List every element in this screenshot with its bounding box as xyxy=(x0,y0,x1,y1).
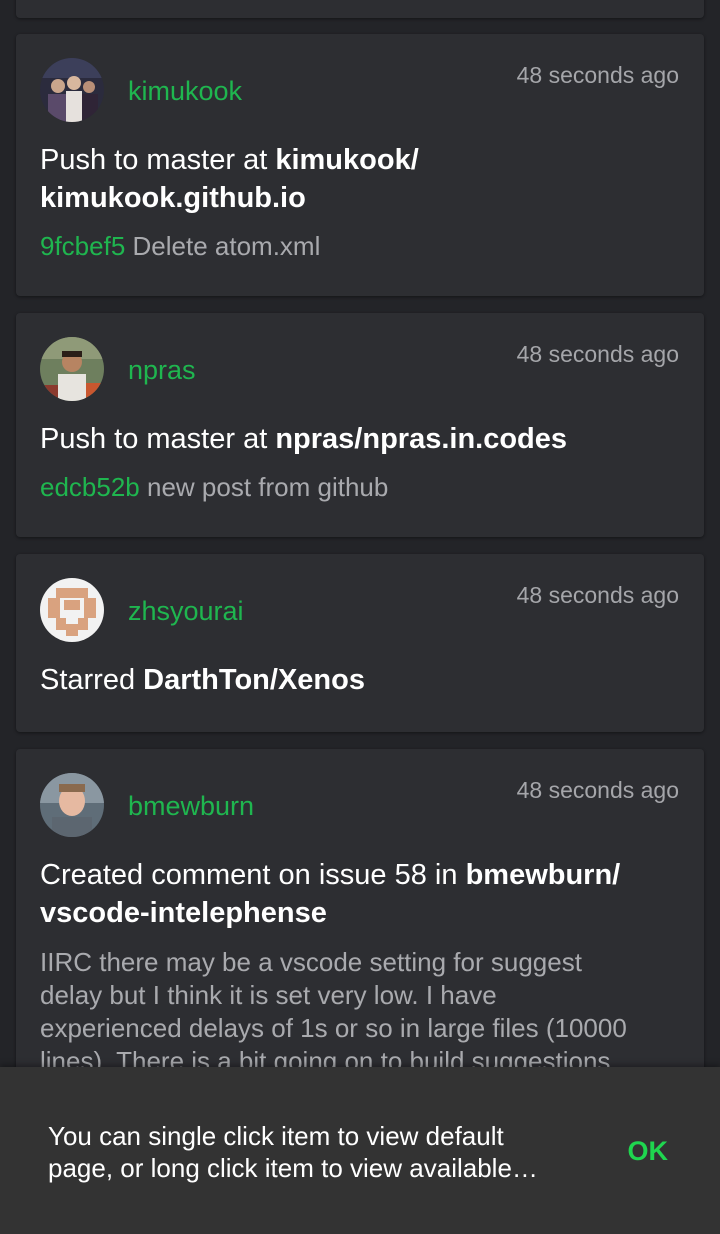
feed-card[interactable]: kimukook 48 seconds ago Push to master a… xyxy=(16,34,704,296)
event-action: Push to master at xyxy=(40,423,276,455)
feed-card[interactable]: npras 48 seconds ago Push to master at n… xyxy=(16,313,704,537)
commit-sha[interactable]: 9fcbef5 xyxy=(40,231,125,261)
comment-line: delay but I think it is set very low. I … xyxy=(40,980,497,1010)
snackbar-line: page, or long click item to view availab… xyxy=(48,1153,538,1183)
snackbar-ok-button[interactable]: OK xyxy=(628,1135,669,1167)
repo-name-line2[interactable]: kimukook.github.io xyxy=(40,182,306,214)
repo-name[interactable]: npras/npras.in.codes xyxy=(275,423,567,455)
commit-sha[interactable]: edcb52b xyxy=(40,472,140,502)
timestamp: 48 seconds ago xyxy=(516,582,679,608)
event-title: Push to master at kimukook/ kimukook.git… xyxy=(40,141,680,217)
repo-name-line1[interactable]: kimukook/ xyxy=(275,144,418,176)
comment-body: IIRC there may be a vscode setting for s… xyxy=(40,946,680,1078)
username-link[interactable]: kimukook xyxy=(128,74,242,108)
repo-name-line1[interactable]: bmewburn/ xyxy=(466,859,621,891)
repo-name[interactable]: DarthTon/Xenos xyxy=(143,664,365,696)
comment-line: experienced delays of 1s or so in large … xyxy=(40,1013,627,1043)
commit-row: edcb52b new post from github xyxy=(40,471,680,504)
username-link[interactable]: bmewburn xyxy=(128,789,254,823)
username-link[interactable]: npras xyxy=(128,353,196,387)
comment-line: IIRC there may be a vscode setting for s… xyxy=(40,947,582,977)
event-action: Push to master at xyxy=(40,144,276,176)
timestamp: 48 seconds ago xyxy=(516,341,679,367)
feed-card-previous[interactable] xyxy=(16,0,704,18)
event-action: Starred xyxy=(40,664,144,696)
timestamp: 48 seconds ago xyxy=(516,777,679,803)
repo-name-line2[interactable]: vscode-intelephense xyxy=(40,897,327,929)
commit-row: 9fcbef5 Delete atom.xml xyxy=(40,230,680,263)
user-avatar[interactable] xyxy=(40,773,104,837)
user-avatar[interactable] xyxy=(40,578,104,642)
feed-card[interactable]: zhsyourai 48 seconds ago Starred DarthTo… xyxy=(16,554,704,732)
snackbar-line: You can single click item to view defaul… xyxy=(48,1121,504,1151)
event-title: Starred DarthTon/Xenos xyxy=(40,661,680,699)
user-avatar[interactable] xyxy=(40,337,104,401)
user-avatar[interactable] xyxy=(40,58,104,122)
commit-message: Delete atom.xml xyxy=(132,231,321,261)
snackbar-message: You can single click item to view defaul… xyxy=(48,1120,588,1184)
commit-message: new post from github xyxy=(147,472,389,502)
username-link[interactable]: zhsyourai xyxy=(128,594,244,628)
timestamp: 48 seconds ago xyxy=(516,62,679,88)
event-action: Created comment on issue 58 in xyxy=(40,859,466,891)
event-title: Push to master at npras/npras.in.codes xyxy=(40,420,680,458)
snackbar: You can single click item to view defaul… xyxy=(0,1067,720,1234)
event-title: Created comment on issue 58 in bmewburn/… xyxy=(40,856,680,932)
